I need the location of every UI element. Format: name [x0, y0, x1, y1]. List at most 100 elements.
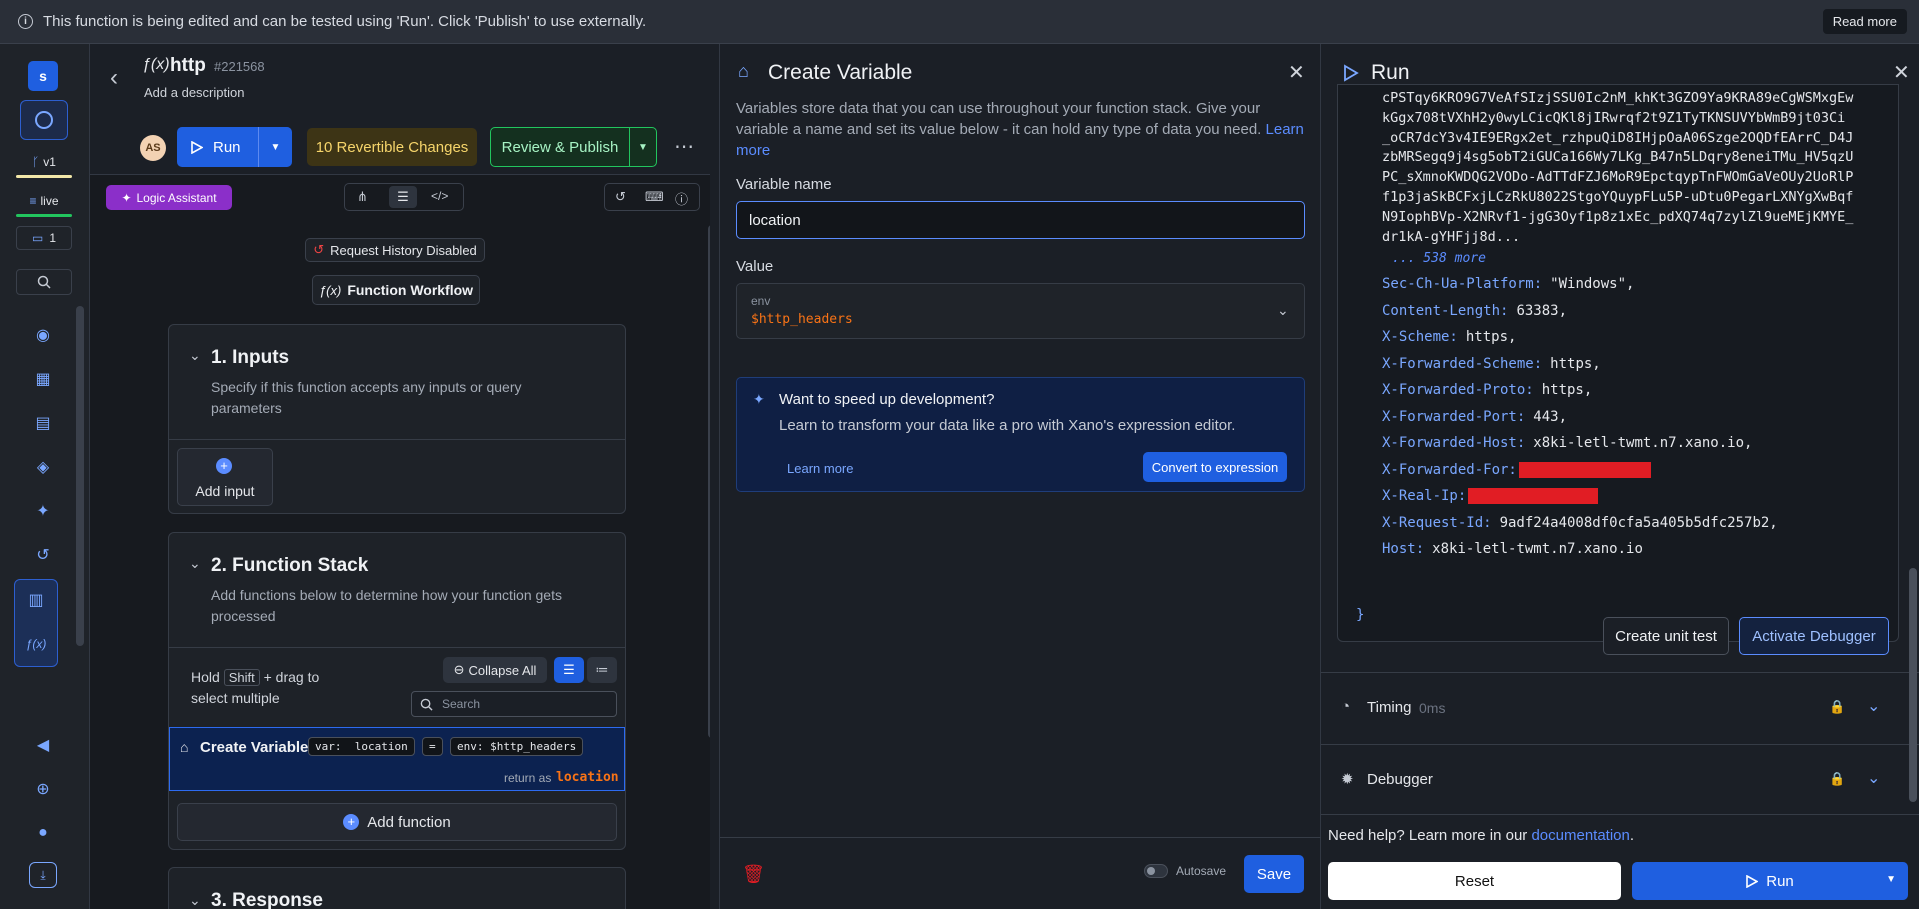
history-icon[interactable]: ↺	[615, 189, 626, 205]
step-env-pill: env: $http_headers	[450, 737, 584, 756]
nav-history[interactable]: ↺	[27, 540, 59, 570]
debugger-label: Debugger	[1367, 771, 1433, 788]
header-row: X-Forwarded-Port: 443,	[1382, 409, 1567, 425]
chevron-down-icon[interactable]: ⌄	[189, 347, 201, 364]
reset-button[interactable]: Reset	[1328, 862, 1621, 900]
revertible-changes-button[interactable]: 10 Revertible Changes	[307, 128, 477, 166]
nav-database[interactable]: ▤	[27, 408, 59, 438]
divider	[1321, 672, 1919, 673]
nav-library[interactable]: ▥	[20, 585, 52, 615]
compact-view-toggle[interactable]: ≔	[587, 657, 617, 683]
play-icon	[191, 140, 203, 154]
function-workflow-badge[interactable]: ƒ(x) Function Workflow	[312, 275, 480, 305]
logic-assistant-button[interactable]: ✦ Logic Assistant	[106, 185, 232, 210]
version-selector[interactable]: ᚴ v1	[20, 151, 68, 173]
list-view-icon[interactable]: ☰	[389, 186, 417, 208]
logo-button[interactable]	[20, 100, 68, 140]
rail-scrollbar[interactable]	[76, 306, 84, 646]
play-icon	[1746, 874, 1759, 888]
search-button[interactable]	[16, 269, 72, 295]
create-unit-test-button[interactable]: Create unit test	[1603, 617, 1729, 655]
shift-key: Shift	[223, 669, 260, 686]
stack-search[interactable]: Search	[411, 691, 617, 717]
back-icon[interactable]: ‹	[110, 64, 118, 92]
lock-icon[interactable]: 🔒	[1829, 771, 1845, 787]
nav-support[interactable]: ⊕	[27, 774, 59, 804]
request-history-badge[interactable]: ↺ Request History Disabled	[305, 238, 485, 262]
lock-icon[interactable]: 🔒	[1829, 699, 1845, 715]
run-panel-scrollbar[interactable]	[1909, 568, 1917, 802]
comments-button[interactable]: ▭ 1	[16, 226, 72, 250]
header-key: X-Forwarded-Host:	[1382, 435, 1526, 451]
list-numbered-icon: ≔	[595, 662, 609, 677]
chevron-down-icon[interactable]: ⌄	[189, 555, 201, 572]
autosave-toggle[interactable]	[1144, 864, 1168, 878]
chevron-down-icon[interactable]: ⌄	[1867, 696, 1880, 716]
return-var: location	[556, 770, 619, 785]
expanded-view-toggle[interactable]: ☰	[554, 657, 584, 683]
search-placeholder: Search	[442, 697, 481, 711]
nav-explore[interactable]: ◉	[27, 320, 59, 350]
tip-learn-more-link[interactable]: Learn more	[787, 461, 853, 476]
tip-title: Want to speed up development?	[779, 391, 995, 408]
nav-announcements[interactable]: ◀	[27, 730, 59, 760]
add-description-link[interactable]: Add a description	[144, 85, 244, 100]
activate-debugger-button[interactable]: Activate Debugger	[1739, 617, 1889, 655]
header-key: X-Forwarded-For:	[1382, 461, 1517, 478]
nav-functions[interactable]: ƒ(x)	[20, 629, 52, 659]
search-icon	[420, 698, 433, 711]
step-var-pill: var: location	[308, 737, 415, 756]
plus-circle-icon: +	[216, 458, 232, 474]
variable-name-input[interactable]: location	[736, 201, 1305, 239]
live-datasource[interactable]: ≡ live	[20, 190, 68, 212]
header-row: X-Real-Ip:	[1382, 488, 1599, 504]
more-options-icon[interactable]: ⋯	[674, 134, 694, 159]
convert-to-expression-button[interactable]: Convert to expression	[1143, 452, 1287, 482]
nav-account[interactable]: ●	[27, 818, 59, 848]
token-line: f1p3jaSkBCFxjLCzRkU8022StgoYQuypFLu5P-uD…	[1382, 188, 1854, 205]
expression-tip-card: ✦ Want to speed up development? Learn to…	[736, 377, 1305, 492]
tag-icon: ⌂	[180, 739, 189, 755]
close-icon[interactable]: ✕	[1893, 60, 1910, 85]
read-more-button[interactable]: Read more	[1822, 9, 1907, 34]
nav-deploy[interactable]: ⤓	[29, 862, 57, 888]
canvas-scrollbar[interactable]	[708, 225, 710, 738]
workspace-avatar[interactable]: s	[28, 61, 58, 91]
save-button[interactable]: Save	[1244, 855, 1304, 893]
run-options-dropdown[interactable]: ▼	[258, 127, 292, 167]
function-icon: ƒ(x)	[318, 282, 342, 298]
variable-name-label: Variable name	[736, 176, 832, 193]
function-stack-section: ⌄ 2. Function Stack Add functions below …	[168, 532, 626, 850]
header-value: 9adf24a4008df0cfa5a405b5dfc257b2,	[1499, 514, 1778, 531]
autosave-label: Autosave	[1176, 864, 1227, 878]
collapse-all-button[interactable]: ⊖ Collapse All	[443, 657, 547, 683]
tip-description: Learn to transform your data like a pro …	[779, 417, 1236, 434]
trash-icon[interactable]: 🗑	[742, 864, 765, 885]
function-name: http	[170, 55, 206, 76]
add-function-button[interactable]: + Add function	[177, 803, 617, 841]
caret-down-icon[interactable]: ▼	[1886, 874, 1896, 885]
user-avatar[interactable]: AS	[140, 135, 166, 161]
more-indicator[interactable]: ... 538 more	[1392, 251, 1486, 266]
nav-ai[interactable]: ✦	[27, 496, 59, 526]
publish-options-dropdown[interactable]: ▼	[629, 127, 657, 167]
nav-layers[interactable]: ◈	[27, 452, 59, 482]
create-variable-step[interactable]: ⌂ Create Variable var: location = env: $…	[169, 727, 625, 791]
close-icon[interactable]: ✕	[1288, 60, 1305, 85]
workflow-view-icon[interactable]: ⋔	[357, 189, 368, 205]
keyboard-icon[interactable]: ⌨	[645, 189, 664, 205]
header-key: Host:	[1382, 541, 1425, 557]
panel-title: Create Variable	[768, 61, 913, 84]
header-value: 63383,	[1516, 302, 1568, 319]
info-icon[interactable]: ⓘ	[675, 189, 688, 208]
documentation-link[interactable]: documentation	[1531, 827, 1629, 844]
banner-message: This function is being edited and can be…	[43, 13, 647, 30]
review-publish-button[interactable]: Review & Publish	[490, 127, 630, 167]
chevron-down-icon[interactable]: ⌄	[1867, 768, 1880, 788]
chevron-down-icon[interactable]: ⌄	[189, 892, 201, 909]
value-selector[interactable]: env $http_headers ⌄	[736, 283, 1305, 339]
run-execute-button[interactable]: Run ▼	[1632, 862, 1908, 900]
code-view-icon[interactable]: </>	[431, 189, 448, 203]
add-input-button[interactable]: + Add input	[177, 448, 273, 506]
nav-dashboard[interactable]: ▦	[27, 364, 59, 394]
